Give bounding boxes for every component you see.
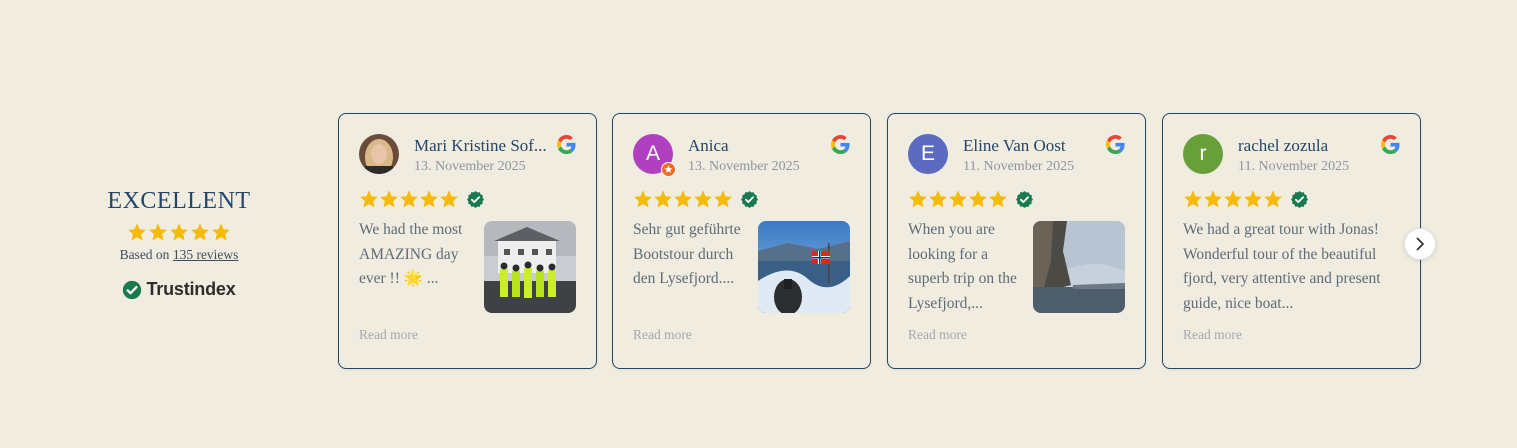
star-icon [190, 222, 210, 242]
avatar: r [1183, 134, 1223, 174]
star-icon [633, 189, 653, 209]
verified-icon [1291, 191, 1308, 208]
star-icon [1223, 189, 1243, 209]
based-on-text: Based on 135 reviews [120, 247, 239, 263]
review-text: We had the most AMAZING day ever !! 🌟 ..… [359, 221, 463, 288]
reviews-widget: EXCELLENT Based on 135 reviews Trustinde… [0, 0, 1517, 448]
reviewer-name: rachel zozula [1238, 136, 1329, 155]
star-icon [148, 222, 168, 242]
star-icon [693, 189, 713, 209]
star-icon [653, 189, 673, 209]
review-stars [359, 189, 484, 209]
verified-icon [1016, 191, 1033, 208]
rating-summary: EXCELLENT Based on 135 reviews Trustinde… [60, 186, 298, 300]
star-icon [988, 189, 1008, 209]
google-icon [557, 135, 576, 154]
review-stars [908, 189, 1033, 209]
star-icon [211, 222, 231, 242]
star-icon [948, 189, 968, 209]
reviewer-name: Eline Van Oost [963, 136, 1066, 155]
read-more-link[interactable]: Read more [1183, 327, 1242, 343]
star-icon [169, 222, 189, 242]
review-card: r rachel zozula 11. November 2025 We had… [1162, 113, 1421, 369]
review-photo[interactable] [758, 221, 850, 313]
next-button[interactable] [1404, 228, 1436, 260]
star-icon [359, 189, 379, 209]
star-icon [928, 189, 948, 209]
review-card: E Eline Van Oost 11. November 2025 When … [887, 113, 1146, 369]
star-icon [1203, 189, 1223, 209]
read-more-link[interactable]: Read more [633, 327, 692, 343]
avatar: A [633, 134, 676, 177]
star-icon [968, 189, 988, 209]
review-date: 11. November 2025 [1238, 159, 1350, 174]
reviews-count-link[interactable]: 135 reviews [173, 247, 239, 262]
star-icon [439, 189, 459, 209]
avatar: E [908, 134, 948, 174]
star-icon [908, 189, 928, 209]
review-date: 11. November 2025 [963, 159, 1075, 174]
avatar [359, 134, 399, 174]
reviewer-name: Anica [688, 136, 729, 155]
star-icon [419, 189, 439, 209]
rating-label: EXCELLENT [107, 188, 251, 214]
review-photo[interactable] [1033, 221, 1125, 313]
review-photo[interactable] [484, 221, 576, 313]
star-icon [127, 222, 147, 242]
read-more-link[interactable]: Read more [359, 327, 418, 343]
review-text: When you are looking for a superb trip o… [908, 221, 1017, 312]
star-icon [1183, 189, 1203, 209]
review-date: 13. November 2025 [688, 159, 800, 174]
star-icon [399, 189, 419, 209]
review-card: Mari Kristine Sof... 13. November 2025 W… [338, 113, 597, 369]
review-stars [1183, 189, 1308, 209]
verified-icon [467, 191, 484, 208]
trustindex-label: Trustindex [146, 279, 236, 299]
google-icon [831, 135, 850, 154]
review-card: A Anica 13. November 2025 Sehr gut gefüh… [612, 113, 871, 369]
chevron-right-icon [1416, 237, 1424, 251]
review-text: Sehr gut geführte Bootstour durch den Ly… [633, 221, 741, 288]
verified-icon [741, 191, 758, 208]
star-icon [1243, 189, 1263, 209]
trustindex-check-icon [123, 280, 142, 299]
trustindex-logo[interactable]: Trustindex [122, 279, 236, 300]
review-text: We had a great tour with Jonas! Wonderfu… [1183, 221, 1381, 312]
google-icon [1106, 135, 1125, 154]
summary-stars [127, 222, 231, 242]
read-more-link[interactable]: Read more [908, 327, 967, 343]
google-icon [1381, 135, 1400, 154]
star-icon [673, 189, 693, 209]
star-icon [713, 189, 733, 209]
reviewer-name: Mari Kristine Sof... [414, 136, 547, 155]
star-icon [1263, 189, 1283, 209]
review-date: 13. November 2025 [414, 159, 526, 174]
based-on-prefix: Based on [119, 247, 170, 262]
review-stars [633, 189, 758, 209]
star-icon [379, 189, 399, 209]
local-guide-badge-icon [661, 162, 676, 177]
